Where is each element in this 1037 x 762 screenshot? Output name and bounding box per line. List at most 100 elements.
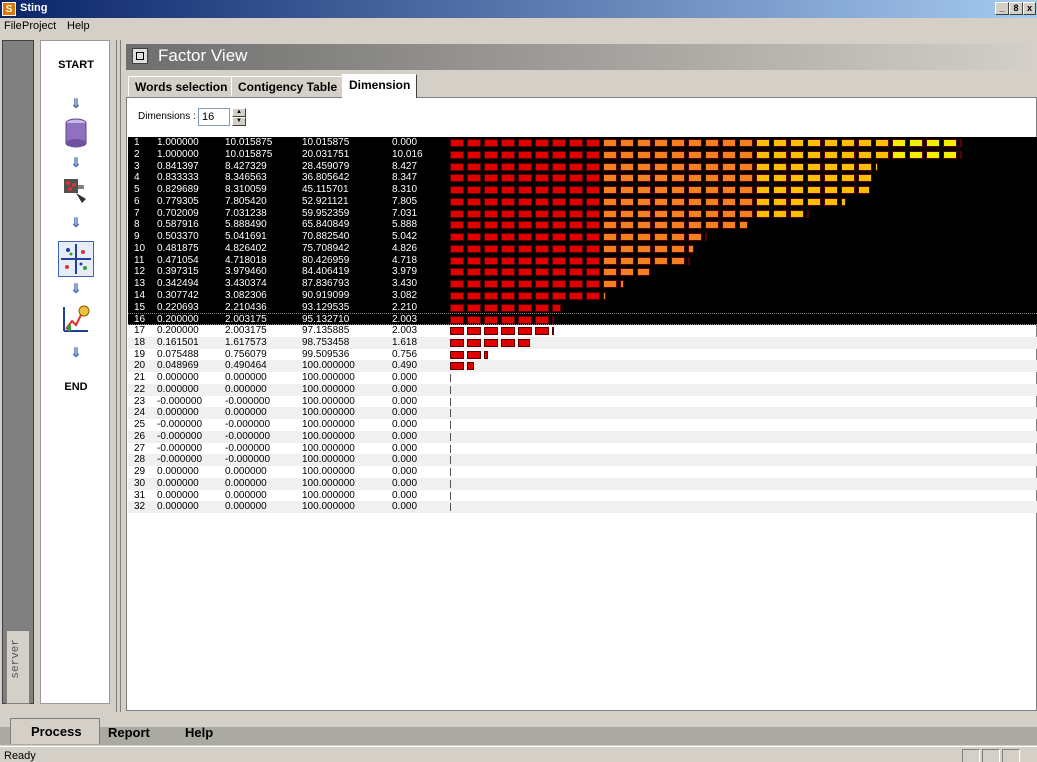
cumulative-percent: 100.000000 <box>302 442 355 454</box>
tab-process[interactable]: Process <box>10 718 100 744</box>
table-row[interactable]: 29 0.000000 0.000000 100.000000 0.000 <box>128 466 1037 478</box>
eigenvalue: 0.161501 <box>157 336 199 348</box>
bar-segment <box>603 256 617 265</box>
table-row[interactable]: 26 -0.000000 -0.000000 100.000000 0.000 <box>128 430 1037 443</box>
table-row[interactable]: 3 0.841397 8.427329 28.459079 8.427 <box>128 160 1037 173</box>
difference: 3.430 <box>392 278 418 289</box>
bar-segment <box>535 209 549 218</box>
table-row[interactable]: 27 -0.000000 -0.000000 100.000000 0.000 <box>128 443 1037 455</box>
bar-segment <box>807 162 821 171</box>
bar-segment <box>739 162 753 171</box>
table-row[interactable]: 9 0.503370 5.041691 70.882540 5.042 <box>128 231 1037 243</box>
server-tab[interactable]: server <box>6 630 30 704</box>
difference: 0.000 <box>392 395 418 407</box>
cumulative-percent: 70.882540 <box>302 231 350 242</box>
tab-report[interactable]: Report <box>108 725 150 740</box>
tab-contigency-table[interactable]: Contigency Table <box>231 76 345 97</box>
table-row[interactable]: 28 -0.000000 -0.000000 100.000000 0.000 <box>128 454 1037 466</box>
percent-inertia: -0.000000 <box>225 442 271 454</box>
dimensions-spinner[interactable]: 16 ▲ ▼ <box>198 108 248 126</box>
splitter[interactable] <box>116 40 117 712</box>
bar-segment <box>688 162 702 171</box>
bar-segment <box>552 150 566 159</box>
table-row[interactable]: 23 -0.000000 -0.000000 100.000000 0.000 <box>128 396 1037 408</box>
table-row[interactable]: 21 0.000000 0.000000 100.000000 0.000 <box>128 372 1037 384</box>
restore-view-button[interactable] <box>132 48 148 64</box>
tab-help[interactable]: Help <box>185 725 213 740</box>
bar-segment <box>892 139 906 147</box>
table-row[interactable]: 13 0.342494 3.430374 87.836793 3.430 <box>128 278 1037 290</box>
table-row[interactable]: 14 0.307742 3.082306 90.919099 3.082 <box>128 289 1037 302</box>
bar-segment <box>518 327 532 335</box>
splitter[interactable] <box>120 40 121 712</box>
close-button[interactable]: x <box>1023 2 1036 15</box>
bar-segment <box>739 209 753 218</box>
spin-down-button[interactable]: ▼ <box>232 117 246 126</box>
bar-segment <box>705 221 719 230</box>
row-index: 17 <box>134 325 146 336</box>
table-row[interactable]: 32 0.000000 0.000000 100.000000 0.000 <box>128 501 1037 513</box>
table-row[interactable]: 20 0.048969 0.490464 100.000000 0.490 <box>128 360 1037 372</box>
table-row[interactable]: 31 0.000000 0.000000 100.000000 0.000 <box>128 490 1037 502</box>
eigenvalue: 0.503370 <box>157 231 199 242</box>
tab-words-selection[interactable]: Words selection <box>128 76 235 97</box>
menu-project[interactable]: Project <box>22 20 56 32</box>
spin-up-button[interactable]: ▲ <box>232 108 246 117</box>
table-row[interactable]: 15 0.220693 2.210436 93.129535 2.210 <box>128 301 1037 314</box>
bar-segment <box>450 150 464 159</box>
bar-segment <box>603 139 617 147</box>
bar-segment <box>450 221 464 230</box>
percent-inertia: 0.000000 <box>225 372 267 383</box>
table-row[interactable]: 11 0.471054 4.718018 80.426959 4.718 <box>128 254 1037 267</box>
bar-segment <box>501 174 515 183</box>
bar-segment <box>858 174 872 183</box>
minimize-button[interactable]: _ <box>995 2 1009 15</box>
eigenvalue: 0.075488 <box>157 348 199 360</box>
menu-file[interactable]: File <box>4 20 22 32</box>
database-icon[interactable] <box>60 117 92 149</box>
bar-segment <box>756 186 770 194</box>
table-row[interactable]: 19 0.075488 0.756079 99.509536 0.756 <box>128 349 1037 361</box>
dimensions-input[interactable]: 16 <box>198 108 230 126</box>
table-row[interactable]: 6 0.779305 7.805420 52.921121 7.805 <box>128 195 1037 208</box>
bar-segment <box>552 256 566 265</box>
table-row[interactable]: 5 0.829689 8.310059 45.115701 8.310 <box>128 184 1037 196</box>
bar-segment <box>722 139 736 147</box>
percent-inertia: 8.346563 <box>225 172 267 184</box>
table-row[interactable]: 8 0.587916 5.888490 65.840849 5.888 <box>128 219 1037 231</box>
table-row[interactable]: 4 0.833333 8.346563 36.805642 8.347 <box>128 172 1037 184</box>
factor-analysis-icon[interactable] <box>58 241 94 277</box>
table-row[interactable]: 2 1.000000 10.015875 20.031751 10.016 <box>128 148 1037 161</box>
bar-segment <box>552 244 566 253</box>
table-row[interactable]: 7 0.702009 7.031238 59.952359 7.031 <box>128 207 1037 220</box>
tab-dimension[interactable]: Dimension <box>342 74 418 98</box>
bar-segment <box>654 139 668 147</box>
bar-segment <box>705 139 719 147</box>
bar-segment <box>467 244 481 253</box>
filter-icon[interactable] <box>60 175 92 207</box>
bar-segment <box>688 139 702 147</box>
table-row[interactable]: 16 0.200000 2.003175 95.132710 2.003 <box>128 313 1037 325</box>
maximize-button[interactable]: 8 <box>1009 2 1023 15</box>
table-row[interactable]: 17 0.200000 2.003175 97.135885 2.003 <box>128 325 1037 337</box>
bar-segment <box>450 362 464 371</box>
table-row[interactable]: 22 0.000000 0.000000 100.000000 0.000 <box>128 383 1037 396</box>
table-row[interactable]: 10 0.481875 4.826402 75.708942 4.826 <box>128 242 1037 255</box>
cumulative-percent: 80.426959 <box>302 254 350 266</box>
difference: 0.000 <box>392 419 418 430</box>
report-chart-icon[interactable] <box>60 303 92 335</box>
bar-segment <box>450 432 451 441</box>
table-row[interactable]: 25 -0.000000 -0.000000 100.000000 0.000 <box>128 419 1037 431</box>
table-row[interactable]: 1 1.000000 10.015875 10.015875 0.000 <box>128 137 1037 149</box>
bar-segment <box>450 338 464 347</box>
table-row[interactable]: 24 0.000000 0.000000 100.000000 0.000 <box>128 407 1037 419</box>
eigenvalue: 0.000000 <box>157 489 199 501</box>
table-row[interactable]: 12 0.397315 3.979460 84.406419 3.979 <box>128 266 1037 278</box>
down-arrow-icon: ⇓ <box>70 215 82 230</box>
bar-segment <box>892 150 906 159</box>
bar-segment <box>501 303 515 312</box>
table-row[interactable]: 30 0.000000 0.000000 100.000000 0.000 <box>128 477 1037 490</box>
menu-help[interactable]: Help <box>67 20 90 32</box>
table-row[interactable]: 18 0.161501 1.617573 98.753458 1.618 <box>128 336 1037 349</box>
bar-segment <box>569 162 583 171</box>
